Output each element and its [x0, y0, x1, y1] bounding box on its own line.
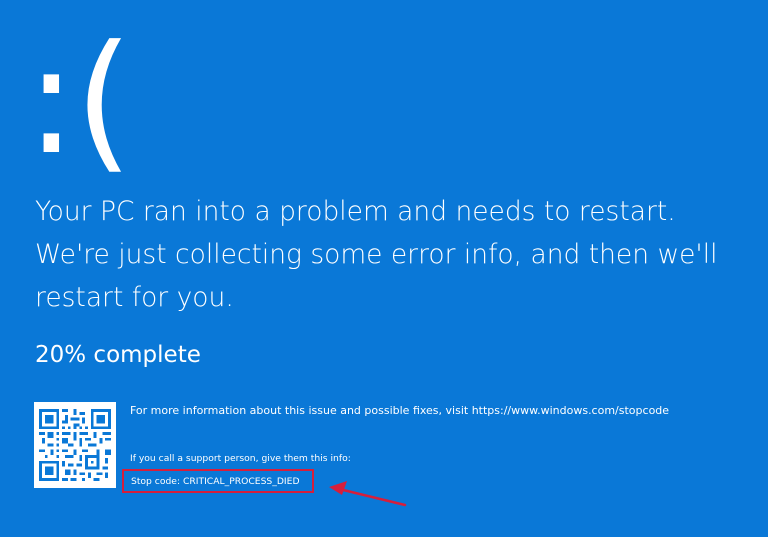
more-info-text: For more information about this issue an… — [130, 404, 670, 417]
error-message: Your PC ran into a problem and needs to … — [35, 196, 718, 313]
qr-code-icon — [34, 402, 116, 488]
stop-code-text: Stop code: CRITICAL_PROCESS_DIED — [131, 476, 300, 487]
progress-status: 20% complete — [35, 342, 201, 368]
stop-code-highlight-box: Stop code: CRITICAL_PROCESS_DIED — [122, 469, 314, 493]
sad-face-emoticon: :( — [26, 14, 133, 188]
support-info-section: For more information about this issue an… — [130, 403, 670, 464]
support-info-text: If you call a support person, give them … — [130, 453, 351, 464]
red-arrow-annotation-icon — [329, 481, 407, 507]
